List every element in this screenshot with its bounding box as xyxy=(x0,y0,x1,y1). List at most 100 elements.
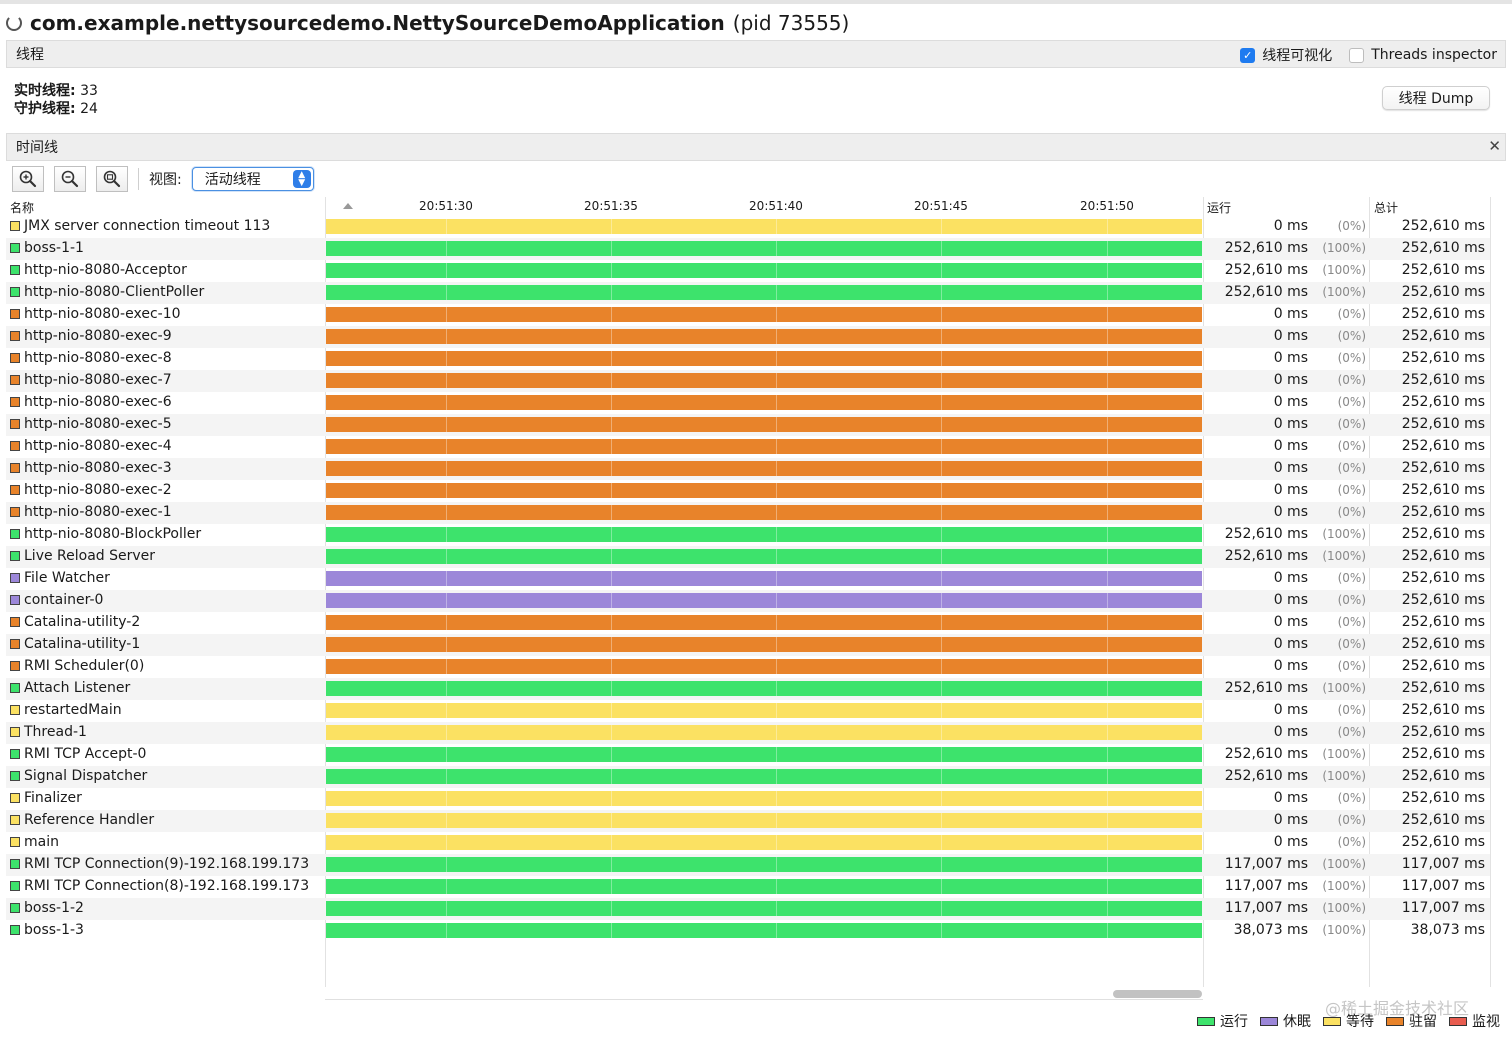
thread-row[interactable]: restartedMain 0 ms (0%) 252,610 ms xyxy=(6,700,1490,722)
thread-timeline-bar[interactable] xyxy=(326,725,1202,740)
thread-row[interactable]: JMX server connection timeout 113 0 ms (0%… xyxy=(6,216,1490,238)
timeline-gridline xyxy=(611,263,612,278)
thread-row[interactable]: Thread-1 0 ms (0%) 252,610 ms xyxy=(6,722,1490,744)
thread-timeline-bar[interactable] xyxy=(326,923,1202,938)
thread-timeline-bar[interactable] xyxy=(326,351,1202,366)
thread-timeline-bar[interactable] xyxy=(326,571,1202,586)
thread-row[interactable]: http-nio-8080-ClientPoller 252,610 ms (100… xyxy=(6,282,1490,304)
thread-row[interactable]: Signal Dispatcher 252,610 ms (100%) 252,610… xyxy=(6,766,1490,788)
thread-row[interactable]: Catalina-utility-2 0 ms (0%) 252,610 ms xyxy=(6,612,1490,634)
thread-timeline-bar[interactable] xyxy=(326,241,1202,256)
thread-timeline-bar[interactable] xyxy=(326,901,1202,916)
thread-timeline-bar[interactable] xyxy=(326,417,1202,432)
thread-row[interactable]: RMI TCP Connection(9)-192.168.199.173 117… xyxy=(6,854,1490,876)
thread-row[interactable]: Live Reload Server 252,610 ms (100%) 252,61… xyxy=(6,546,1490,568)
thread-row[interactable]: boss-1-2 117,007 ms (100%) 117,007 ms xyxy=(6,898,1490,920)
column-header-name[interactable]: 名称 xyxy=(10,199,34,216)
zoom-fit-button[interactable] xyxy=(96,166,128,192)
thread-timeline-bar[interactable] xyxy=(326,857,1202,872)
thread-timeline-bar[interactable] xyxy=(326,505,1202,520)
thread-row[interactable]: RMI TCP Connection(8)-192.168.199.173 117… xyxy=(6,876,1490,898)
zoom-out-button[interactable] xyxy=(54,166,86,192)
thread-row[interactable]: http-nio-8080-exec-8 0 ms (0%) 252,610 ms xyxy=(6,348,1490,370)
thread-row[interactable]: http-nio-8080-BlockPoller 252,610 ms (100%… xyxy=(6,524,1490,546)
timeline-gridline xyxy=(446,901,447,916)
thread-timeline-bar[interactable] xyxy=(326,681,1202,696)
thread-row[interactable]: http-nio-8080-exec-4 0 ms (0%) 252,610 ms xyxy=(6,436,1490,458)
thread-timeline-bar[interactable] xyxy=(326,637,1202,652)
column-header-running[interactable]: 运行 xyxy=(1207,199,1231,216)
thread-dump-button[interactable]: 线程 Dump xyxy=(1382,86,1490,110)
timeline-gridline xyxy=(446,835,447,850)
timeline-gridline xyxy=(611,681,612,696)
thread-timeline-bar[interactable] xyxy=(326,307,1202,322)
thread-row[interactable]: boss-1-3 38,073 ms (100%) 38,073 ms xyxy=(6,920,1490,942)
thread-timeline-bar[interactable] xyxy=(326,615,1202,630)
thread-running-time: 0 ms xyxy=(1273,790,1308,806)
thread-timeline-bar[interactable] xyxy=(326,879,1202,894)
thread-timeline-bar[interactable] xyxy=(326,483,1202,498)
live-threads-value: 33 xyxy=(80,83,98,99)
thread-timeline-bar[interactable] xyxy=(326,373,1202,388)
thread-row[interactable]: http-nio-8080-exec-1 0 ms (0%) 252,610 ms xyxy=(6,502,1490,524)
timeline-gridline xyxy=(611,901,612,916)
thread-timeline-bar[interactable] xyxy=(326,593,1202,608)
thread-name: Attach Listener xyxy=(24,680,131,696)
thread-row[interactable]: http-nio-8080-exec-2 0 ms (0%) 252,610 ms xyxy=(6,480,1490,502)
thread-row[interactable]: http-nio-8080-exec-7 0 ms (0%) 252,610 ms xyxy=(6,370,1490,392)
visualize-checkbox[interactable]: ✓ xyxy=(1240,47,1256,63)
thread-row[interactable]: http-nio-8080-exec-5 0 ms (0%) 252,610 ms xyxy=(6,414,1490,436)
thread-row[interactable]: Reference Handler 0 ms (0%) 252,610 ms xyxy=(6,810,1490,832)
thread-row[interactable]: container-0 0 ms (0%) 252,610 ms xyxy=(6,590,1490,612)
thread-timeline-bar[interactable] xyxy=(326,527,1202,542)
view-select[interactable]: 活动线程 ▲ ▼ xyxy=(191,167,314,191)
threads-inspector-label[interactable]: Threads inspector xyxy=(1371,47,1497,63)
thread-timeline-bar[interactable] xyxy=(326,285,1202,300)
threads-inspector-checkbox[interactable] xyxy=(1349,47,1365,63)
thread-timeline-bar[interactable] xyxy=(326,329,1202,344)
app-name: com.example.nettysourcedemo.NettySourceD… xyxy=(30,11,725,35)
close-icon[interactable]: ✕ xyxy=(1488,137,1501,155)
thread-timeline-bar[interactable] xyxy=(326,461,1202,476)
timeline-section-header: 时间线 ✕ xyxy=(6,133,1506,161)
thread-running-time: 0 ms xyxy=(1273,328,1308,344)
thread-timeline-bar[interactable] xyxy=(326,659,1202,674)
thread-running-percent: (0%) xyxy=(1337,439,1366,453)
thread-timeline-bar[interactable] xyxy=(326,835,1202,850)
zoom-in-button[interactable] xyxy=(12,166,44,192)
thread-timeline-bar[interactable] xyxy=(326,747,1202,762)
thread-running-time: 117,007 ms xyxy=(1224,878,1308,894)
thread-timeline-bar[interactable] xyxy=(326,703,1202,718)
thread-timeline-bar[interactable] xyxy=(326,791,1202,806)
thread-timeline-bar[interactable] xyxy=(326,219,1202,234)
timeline-scrollbar-thumb[interactable] xyxy=(1113,990,1202,998)
thread-row[interactable]: http-nio-8080-exec-9 0 ms (0%) 252,610 ms xyxy=(6,326,1490,348)
thread-row[interactable]: http-nio-8080-exec-3 0 ms (0%) 252,610 ms xyxy=(6,458,1490,480)
thread-row[interactable]: boss-1-1 252,610 ms (100%) 252,610 ms xyxy=(6,238,1490,260)
thread-row[interactable]: http-nio-8080-exec-6 0 ms (0%) 252,610 ms xyxy=(6,392,1490,414)
thread-name: main xyxy=(24,834,59,850)
thread-row[interactable]: File Watcher 0 ms (0%) 252,610 ms xyxy=(6,568,1490,590)
thread-timeline-bar[interactable] xyxy=(326,263,1202,278)
thread-row[interactable]: Finalizer 0 ms (0%) 252,610 ms xyxy=(6,788,1490,810)
thread-timeline-bar[interactable] xyxy=(326,439,1202,454)
thread-row[interactable]: http-nio-8080-Acceptor 252,610 ms (100%) 25… xyxy=(6,260,1490,282)
thread-row[interactable]: RMI Scheduler(0) 0 ms (0%) 252,610 ms xyxy=(6,656,1490,678)
thread-timeline-bar[interactable] xyxy=(326,549,1202,564)
zoom-fit-icon xyxy=(103,170,121,188)
thread-row[interactable]: main 0 ms (0%) 252,610 ms xyxy=(6,832,1490,854)
timeline-gridline xyxy=(941,923,942,938)
thread-row[interactable]: Catalina-utility-1 0 ms (0%) 252,610 ms xyxy=(6,634,1490,656)
thread-row[interactable]: http-nio-8080-exec-10 0 ms (0%) 252,610 ms xyxy=(6,304,1490,326)
timeline-gridline xyxy=(446,483,447,498)
thread-running-percent: (0%) xyxy=(1337,373,1366,387)
column-header-total[interactable]: 总计 xyxy=(1374,199,1398,216)
thread-timeline-bar[interactable] xyxy=(326,769,1202,784)
thread-row[interactable]: Attach Listener 252,610 ms (100%) 252,610 m… xyxy=(6,678,1490,700)
visualize-checkbox-label[interactable]: 线程可视化 xyxy=(1262,45,1332,65)
thread-row[interactable]: RMI TCP Accept-0 252,610 ms (100%) 252,610 … xyxy=(6,744,1490,766)
thread-timeline-bar[interactable] xyxy=(326,395,1202,410)
timeline-gridline xyxy=(611,637,612,652)
thread-timeline-bar[interactable] xyxy=(326,813,1202,828)
timeline-gridline xyxy=(941,901,942,916)
